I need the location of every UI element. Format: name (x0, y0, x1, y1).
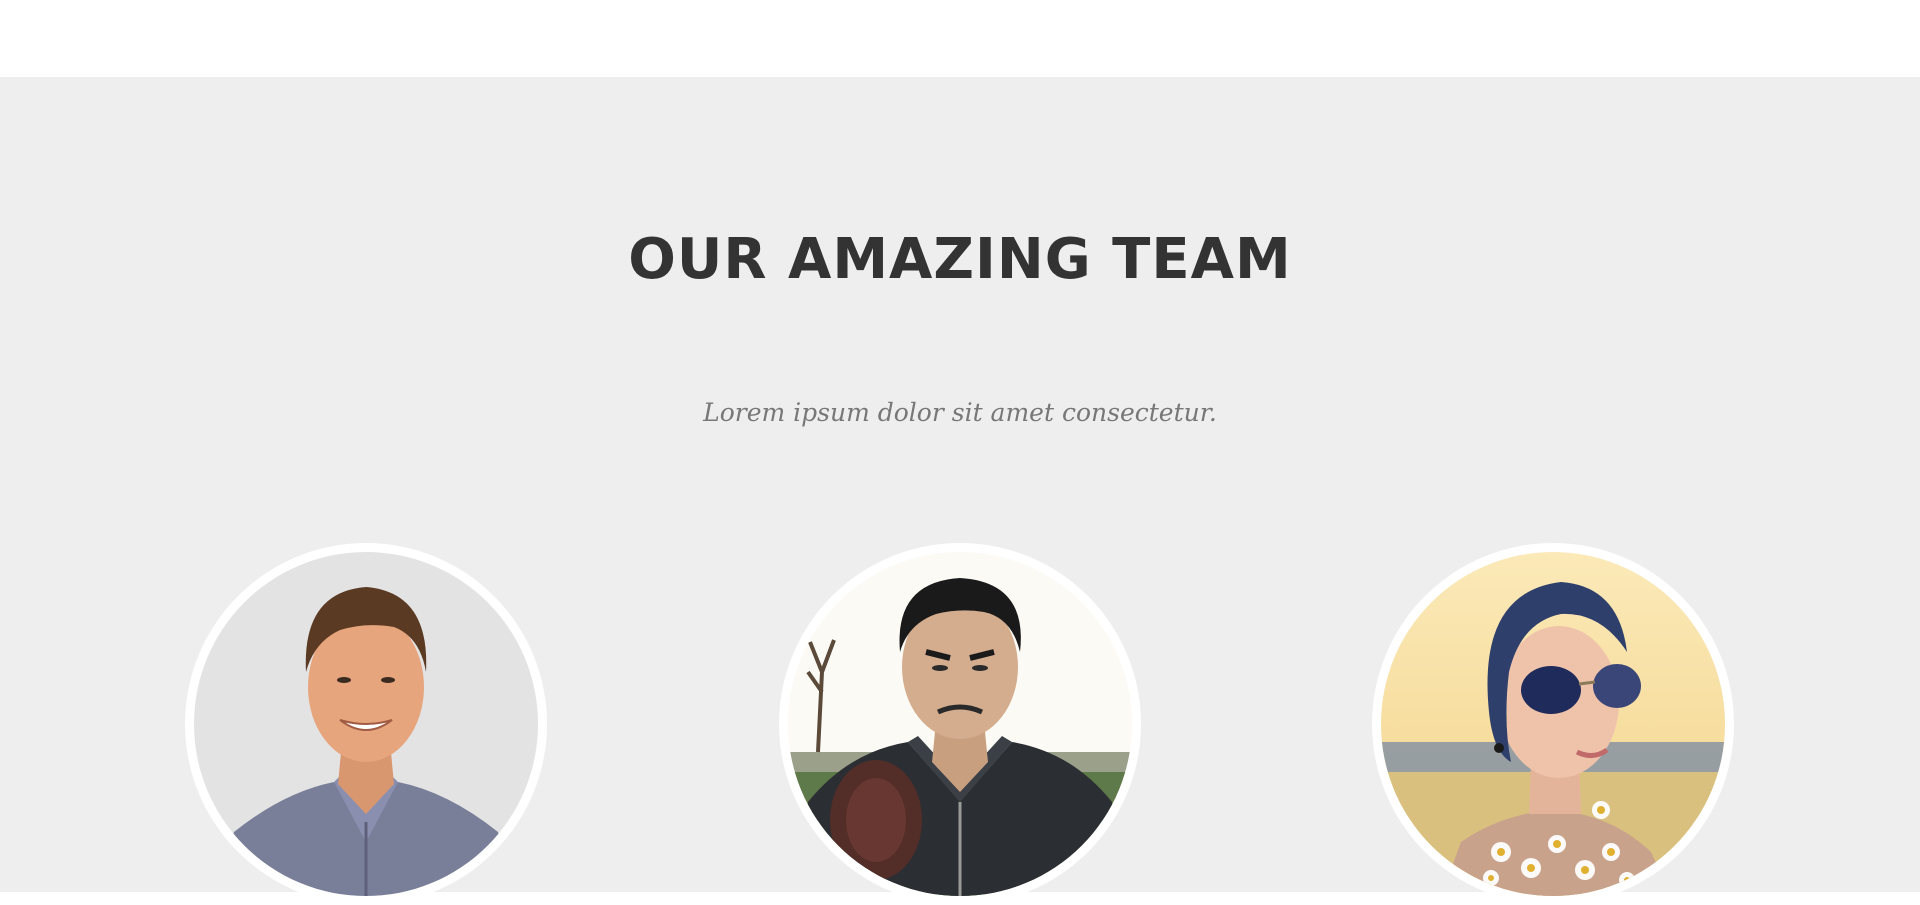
man-smiling-portrait-image (194, 552, 538, 896)
top-navigation-bar (0, 0, 1920, 77)
team-member-card[interactable] (1372, 543, 1734, 905)
team-member-photo[interactable] (1381, 552, 1725, 896)
woman-sunglasses-portrait-image (1381, 552, 1725, 896)
team-member-photo[interactable] (788, 552, 1132, 896)
team-member-card[interactable] (779, 543, 1141, 905)
team-member-photo[interactable] (194, 552, 538, 896)
section-title: OUR AMAZING TEAM (628, 227, 1292, 292)
section-subtitle: Lorem ipsum dolor sit amet consectetur. (703, 398, 1217, 427)
man-pointing-portrait-image (788, 552, 1132, 896)
team-member-card[interactable] (185, 543, 547, 905)
